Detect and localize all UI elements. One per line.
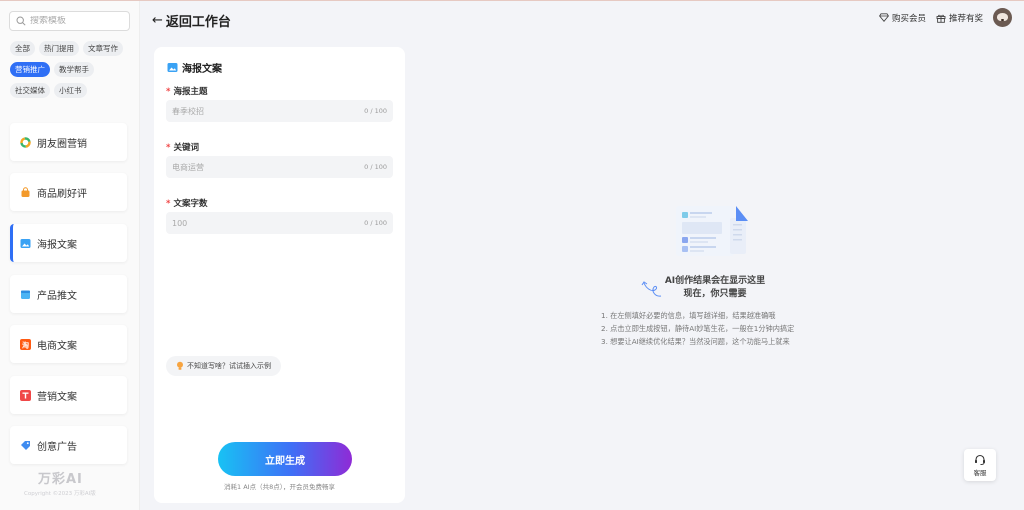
poster-theme-input[interactable] bbox=[172, 106, 342, 116]
customer-service-label: 客服 bbox=[973, 468, 987, 477]
lightbulb-icon bbox=[177, 361, 183, 370]
back-label: 返回工作台 bbox=[165, 15, 231, 30]
empty-state-title: AI创作结果会在显示这里 现在，你只需要 bbox=[664, 276, 766, 299]
category-label: 营销文案 bbox=[37, 391, 77, 403]
category-label: 商品刷好评 bbox=[37, 188, 87, 200]
arrow-left-icon: ← bbox=[152, 13, 163, 28]
search-icon bbox=[16, 16, 26, 26]
image-icon bbox=[20, 238, 31, 249]
category-label: 朋友圈营销 bbox=[37, 138, 87, 150]
generate-label: 立即生成 bbox=[265, 455, 305, 467]
category-ecommerce-copy[interactable]: 淘 电商文案 bbox=[10, 325, 127, 363]
char-count: 0 / 100 bbox=[364, 219, 387, 227]
document-illustration bbox=[676, 206, 748, 256]
image-icon bbox=[167, 63, 178, 72]
word-count-field[interactable]: 0 / 100 bbox=[166, 212, 393, 234]
diamond-icon bbox=[879, 13, 889, 22]
category-label: 电商文案 bbox=[37, 340, 77, 352]
circle-colorful-icon bbox=[20, 136, 31, 148]
gift-icon bbox=[936, 14, 946, 23]
marketing-icon bbox=[20, 389, 31, 401]
poster-copy-form: 海报文案 *海报主题 0 / 100 *关键词 0 / 100 *文案字数 0 … bbox=[154, 47, 405, 503]
category-poster-copy[interactable]: 海报文案 bbox=[10, 224, 127, 262]
customer-service-button[interactable]: 客服 bbox=[964, 449, 996, 481]
template-sidebar: 全部 热门提用 文章写作 营销推广 教学帮手 社交媒体 小红书 朋友圈营销 商品… bbox=[0, 1, 140, 510]
category-product-post[interactable]: 产品推文 bbox=[10, 275, 127, 313]
poster-theme-field[interactable]: 0 / 100 bbox=[166, 100, 393, 122]
recommend-label: 推荐有奖 bbox=[948, 13, 983, 24]
char-count: 0 / 100 bbox=[364, 107, 387, 115]
field-label-keywords: * 关键词 bbox=[166, 143, 199, 153]
buy-vip-button[interactable]: 购买会员 bbox=[879, 12, 926, 24]
insert-example-label: 不知道写啥？试试插入示例 bbox=[187, 362, 271, 370]
tag-social-media[interactable]: 社交媒体 bbox=[10, 83, 50, 98]
tag-article-writing[interactable]: 文章写作 bbox=[83, 41, 123, 56]
brand-logo: 万彩AI bbox=[38, 472, 83, 487]
tag-all[interactable]: 全部 bbox=[10, 41, 35, 56]
required-mark: * bbox=[166, 199, 171, 209]
tag-filter-list: 全部 热门提用 文章写作 营销推广 教学帮手 社交媒体 小红书 bbox=[10, 41, 136, 98]
form-title: 海报文案 bbox=[167, 60, 222, 75]
cost-hint: 消耗1 AI点（共8点），开会员免费畅享 bbox=[224, 483, 335, 491]
category-moments-marketing[interactable]: 朋友圈营销 bbox=[10, 123, 127, 161]
tip-item: 1. 在左侧填好必要的信息，填写越详细，结果越准确哦 bbox=[601, 311, 776, 320]
empty-state-tips: 1. 在左侧填好必要的信息，填写越详细，结果越准确哦 2. 点击立即生成按钮，静… bbox=[601, 309, 794, 348]
calendar-icon bbox=[20, 289, 31, 300]
shopping-bag-icon bbox=[20, 186, 31, 198]
user-avatar[interactable] bbox=[993, 8, 1012, 27]
keywords-field[interactable]: 0 / 100 bbox=[166, 156, 393, 178]
tag-xiaohongshu[interactable]: 小红书 bbox=[54, 83, 87, 98]
category-label: 产品推文 bbox=[37, 290, 77, 302]
category-label: 海报文案 bbox=[37, 239, 77, 251]
tag-hot[interactable]: 热门提用 bbox=[39, 41, 79, 56]
insert-example-button[interactable]: 不知道写啥？试试插入示例 bbox=[166, 356, 281, 376]
field-label-poster-theme: * 海报主题 bbox=[166, 87, 208, 97]
required-mark: * bbox=[166, 143, 171, 153]
top-divider bbox=[0, 0, 1024, 1]
category-product-review[interactable]: 商品刷好评 bbox=[10, 173, 127, 211]
category-label: 创意广告 bbox=[37, 441, 77, 453]
tag-teaching[interactable]: 教学帮手 bbox=[54, 62, 94, 77]
headset-icon bbox=[975, 454, 985, 465]
keywords-input[interactable] bbox=[172, 162, 342, 172]
back-to-workspace-button[interactable]: ← 返回工作台 bbox=[152, 11, 231, 30]
word-count-input[interactable] bbox=[172, 218, 342, 228]
template-search-input[interactable] bbox=[30, 16, 126, 26]
char-count: 0 / 100 bbox=[364, 163, 387, 171]
recommend-reward-button[interactable]: 推荐有奖 bbox=[936, 12, 983, 24]
field-label-word-count: * 文案字数 bbox=[166, 199, 208, 209]
generate-button[interactable]: 立即生成 bbox=[218, 442, 352, 476]
svg-text:淘: 淘 bbox=[22, 340, 29, 349]
category-creative-ad[interactable]: 创意广告 bbox=[10, 426, 127, 464]
tip-item: 2. 点击立即生成按钮，静待AI妙笔生花，一般在1分钟内搞定 bbox=[601, 324, 795, 333]
form-title-text: 海报文案 bbox=[182, 64, 222, 75]
taobao-icon: 淘 bbox=[20, 338, 31, 350]
tip-item: 3. 想要让AI继续优化结果？当然没问题，这个功能马上就来 bbox=[601, 337, 790, 346]
tag-icon bbox=[20, 440, 31, 451]
header-actions: 购买会员 推荐有奖 bbox=[879, 8, 1012, 27]
category-marketing-copy[interactable]: 营销文案 bbox=[10, 376, 127, 414]
buy-vip-label: 购买会员 bbox=[891, 13, 926, 24]
required-mark: * bbox=[166, 87, 171, 97]
template-search-box[interactable] bbox=[9, 11, 130, 31]
copyright-text: Copyright ©2023 万彩AI版 bbox=[24, 491, 96, 497]
tag-marketing[interactable]: 营销推广 bbox=[10, 62, 50, 77]
